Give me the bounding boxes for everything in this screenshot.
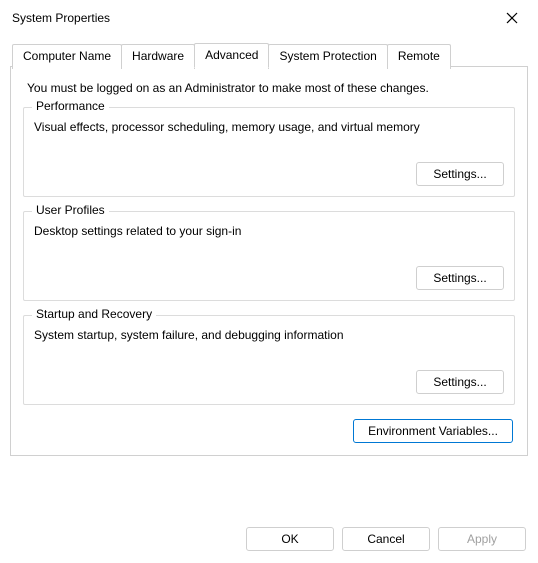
advanced-tab-panel: You must be logged on as an Administrato… [10,66,528,456]
user-profiles-desc: Desktop settings related to your sign-in [34,224,504,238]
startup-recovery-group: Startup and Recovery System startup, sys… [23,315,515,405]
environment-variables-button[interactable]: Environment Variables... [353,419,513,443]
tab-computer-name[interactable]: Computer Name [12,44,122,69]
performance-settings-button[interactable]: Settings... [416,162,504,186]
startup-recovery-legend: Startup and Recovery [32,307,156,321]
close-button[interactable] [498,4,526,32]
user-profiles-settings-button[interactable]: Settings... [416,266,504,290]
user-profiles-group: User Profiles Desktop settings related t… [23,211,515,301]
tab-advanced[interactable]: Advanced [194,43,269,68]
performance-legend: Performance [32,99,109,113]
tab-system-protection[interactable]: System Protection [268,44,387,69]
tab-strip: Computer Name Hardware Advanced System P… [0,42,538,67]
cancel-button[interactable]: Cancel [342,527,430,551]
tab-remote[interactable]: Remote [387,44,451,69]
titlebar: System Properties [0,0,538,36]
tab-hardware[interactable]: Hardware [121,44,195,69]
startup-recovery-desc: System startup, system failure, and debu… [34,328,504,342]
ok-button[interactable]: OK [246,527,334,551]
window-title: System Properties [12,11,110,25]
startup-recovery-settings-button[interactable]: Settings... [416,370,504,394]
performance-desc: Visual effects, processor scheduling, me… [34,120,504,134]
performance-group: Performance Visual effects, processor sc… [23,107,515,197]
close-icon [506,12,518,24]
system-properties-window: System Properties Computer Name Hardware… [0,0,538,563]
dialog-button-row: OK Cancel Apply [0,513,538,563]
apply-button[interactable]: Apply [438,527,526,551]
admin-notice: You must be logged on as an Administrato… [23,81,515,95]
user-profiles-legend: User Profiles [32,203,109,217]
